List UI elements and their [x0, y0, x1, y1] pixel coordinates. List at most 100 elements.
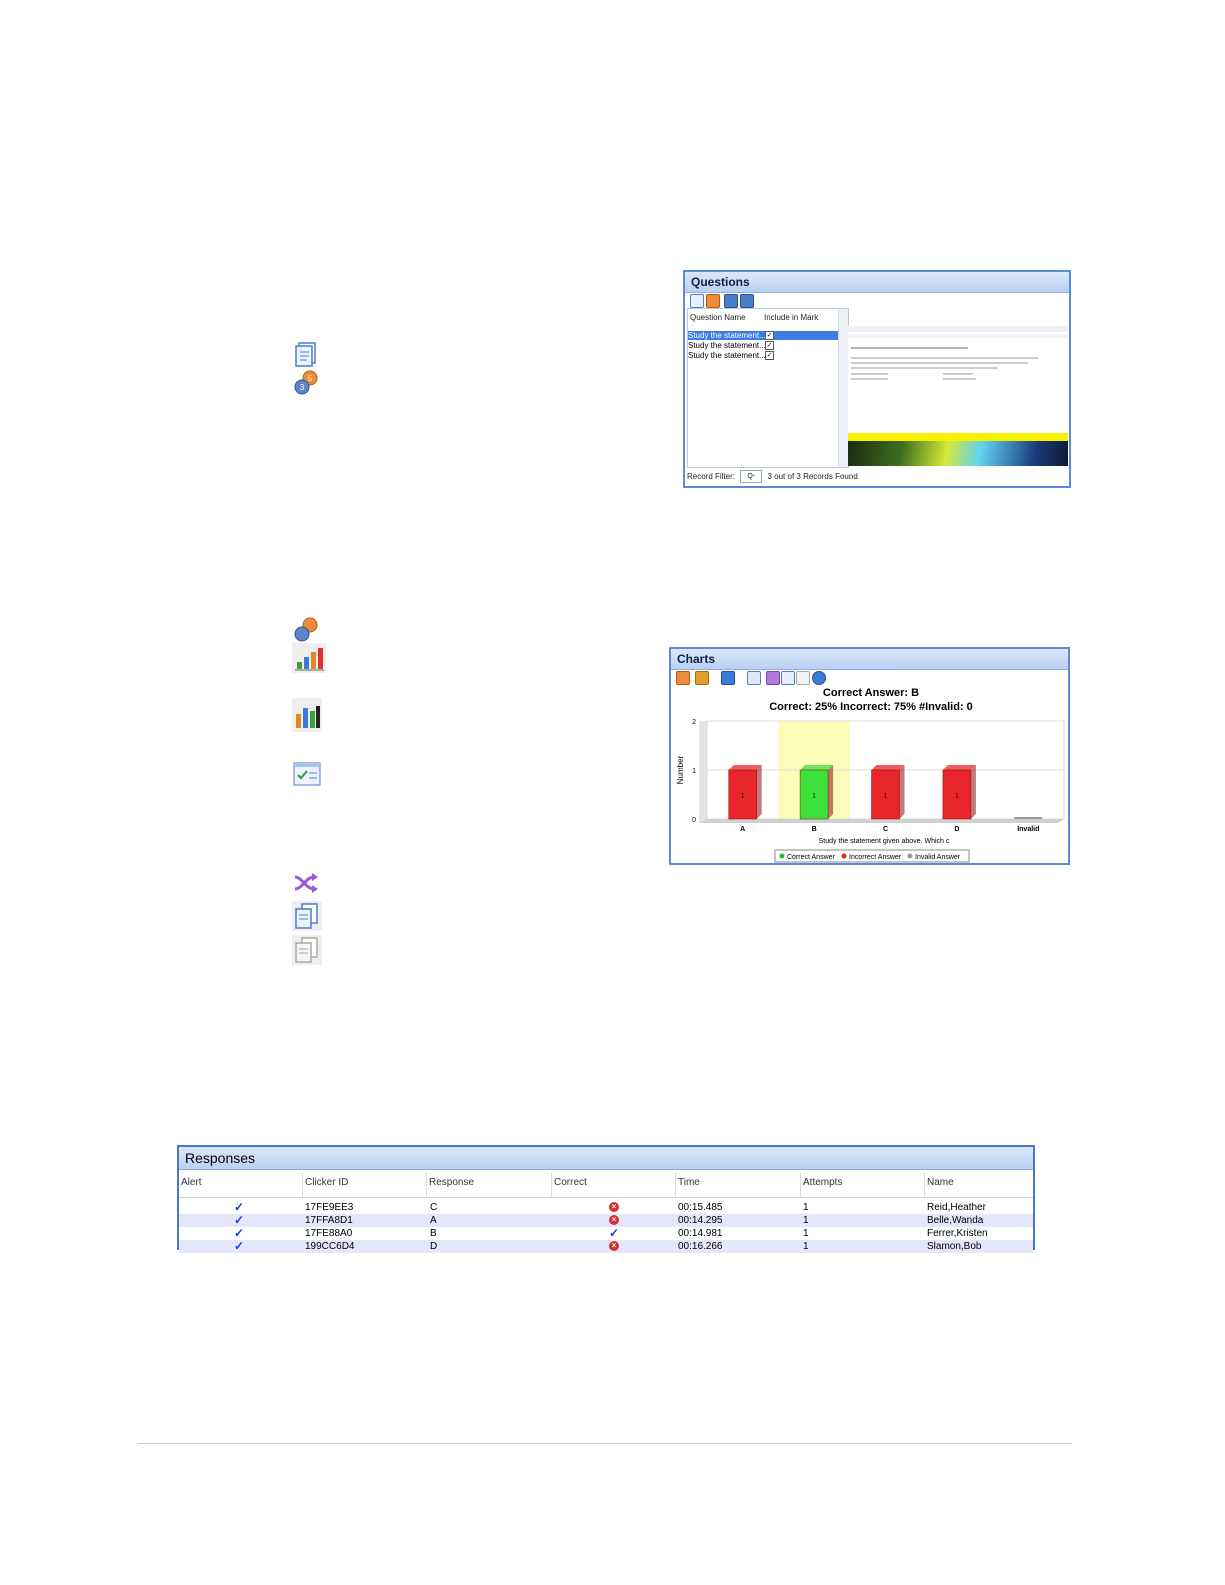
question-row[interactable]: Study the statement... ✓: [688, 341, 838, 350]
include-checkbox[interactable]: ✓: [765, 331, 774, 340]
x-tick-label: D: [954, 826, 959, 833]
numbered-questions-icon: [292, 616, 320, 644]
column-header-question-name[interactable]: Question Name: [690, 313, 746, 322]
numbered-questions-icon[interactable]: [706, 294, 720, 308]
attempts-cell: 1: [803, 1215, 809, 1226]
bar-side: [970, 765, 976, 819]
record-filter-label: Record Filter:: [687, 472, 736, 481]
y-tick-label: 0: [692, 817, 696, 824]
question-list-scrollbar[interactable]: [838, 309, 848, 467]
responses-panel-title: Responses: [179, 1147, 1033, 1170]
question-row-name: Study the statement...: [688, 351, 766, 360]
record-filter-input[interactable]: Q-: [740, 470, 763, 484]
legend-swatch: [907, 853, 913, 859]
question-row[interactable]: Study the statement... ✓: [688, 351, 838, 360]
column-header-attempts[interactable]: Attempts: [801, 1173, 925, 1197]
question-row-name: Study the statement...: [688, 331, 766, 340]
y-tick-label: 2: [692, 719, 696, 726]
chart-subtitle: Correct: 25% Incorrect: 75% #Invalid: 0: [769, 701, 973, 713]
bar-side: [899, 765, 905, 819]
legend-swatch: [841, 853, 847, 859]
question-preview: [848, 326, 1068, 466]
include-checkbox[interactable]: ✓: [765, 351, 774, 360]
bar-top: [800, 765, 834, 770]
numbered-questions-icon: 5 3: [292, 369, 320, 397]
legend-label: Correct Answer: [787, 854, 836, 861]
bar-side: [828, 765, 834, 819]
bar-top: [728, 765, 762, 770]
table-row[interactable]: ✓ 17FE9EE3 C × 00:15.485 1 Reid,Heather: [179, 1201, 1033, 1214]
slide-preview-banner: [848, 433, 1068, 466]
time-cell: 00:14.981: [678, 1228, 723, 1239]
charts-panel: Charts Correct Answer: B Correct: 25% Inc…: [669, 647, 1070, 865]
incorrect-x-glyph: ×: [609, 1202, 619, 1213]
x-tick-label: C: [883, 826, 888, 833]
copy-icon: [292, 901, 322, 931]
plot-side-wall: [699, 721, 707, 823]
bar-top: [942, 765, 976, 770]
questions-footer: Record Filter: Q- 3 out of 3 Records Fou…: [687, 468, 1067, 486]
response-cell: A: [430, 1215, 437, 1226]
records-found-text: 3 out of 3 Records Found: [767, 472, 858, 481]
x-tick-label: Invalid: [1017, 826, 1039, 833]
question-help-icon[interactable]: [740, 294, 754, 308]
incorrect-x-icon: ×: [609, 1201, 619, 1214]
incorrect-x-glyph: ×: [609, 1241, 619, 1252]
question-row[interactable]: Study the statement... ✓: [688, 331, 838, 340]
time-cell: 00:14.295: [678, 1215, 723, 1226]
column-header-response[interactable]: Response: [427, 1173, 552, 1197]
svg-text:3: 3: [300, 383, 305, 392]
questions-toolbar: [687, 293, 1067, 309]
x-axis-label: Study the statement given above. Which c: [819, 838, 950, 845]
column-header-alert[interactable]: Alert: [179, 1173, 303, 1197]
responses-panel: Responses Alert Clicker ID Response Corr…: [177, 1145, 1035, 1253]
legend-swatch: [779, 853, 785, 859]
table-row[interactable]: ✓ 199CC6D4 D × 00:16.266 1 Slamon,Bob: [179, 1240, 1033, 1253]
page-footer-rule: [138, 1443, 1072, 1444]
name-cell: Ferrer,Kristen: [927, 1228, 988, 1239]
bar-side: [756, 765, 762, 819]
clicker-id-cell: 17FFA8D1: [305, 1215, 353, 1226]
column-header-clicker-id[interactable]: Clicker ID: [303, 1173, 427, 1197]
table-row[interactable]: ✓ 17FE88A0 B ✓ 00:14.981 1 Ferrer,Kristen: [179, 1227, 1033, 1240]
column-header-name[interactable]: Name: [925, 1173, 1033, 1197]
bar-top: [871, 765, 905, 770]
time-cell: 00:15.485: [678, 1202, 723, 1213]
question-properties-icon[interactable]: [724, 294, 738, 308]
y-tick-label: 1: [692, 768, 696, 775]
response-cell: C: [430, 1202, 438, 1213]
column-header-time[interactable]: Time: [676, 1173, 801, 1197]
table-row[interactable]: ✓ 17FFA8D1 A × 00:14.295 1 Belle,Wanda: [179, 1214, 1033, 1227]
name-cell: Belle,Wanda: [927, 1215, 984, 1226]
attempts-cell: 1: [803, 1202, 809, 1213]
response-cell: B: [430, 1228, 437, 1239]
chart-title: Correct Answer: B: [823, 687, 919, 699]
y-axis-label: Number: [676, 755, 685, 784]
question-preview-text: [848, 326, 1068, 380]
response-bar-chart: Correct Answer: B Correct: 25% Incorrect:…: [676, 687, 1065, 863]
include-checkbox[interactable]: ✓: [765, 341, 774, 350]
response-cell: D: [430, 1241, 438, 1252]
time-cell: 00:16.266: [678, 1241, 723, 1252]
charts-toolbar: [673, 670, 1068, 685]
legend-label: Invalid Answer: [915, 854, 961, 861]
bar-chart-icon: [292, 643, 326, 673]
name-cell: Reid,Heather: [927, 1202, 986, 1213]
grouped-bar-chart-icon: [292, 698, 322, 732]
name-cell: Slamon,Bob: [927, 1241, 982, 1252]
attempts-cell: 1: [803, 1228, 809, 1239]
questions-panel: Questions Question Name Include in Mark …: [683, 270, 1071, 488]
legend-label: Incorrect Answer: [849, 854, 902, 861]
clicker-id-cell: 17FE9EE3: [305, 1202, 354, 1213]
questions-panel-title: Questions: [685, 272, 1069, 293]
column-header-include-in-mark[interactable]: Include in Mark: [764, 313, 818, 322]
question-list: Question Name Include in Mark Study the …: [687, 308, 849, 468]
question-row-name: Study the statement...: [688, 341, 766, 350]
answer-list-icon: [292, 760, 322, 788]
incorrect-x-icon: ×: [609, 1240, 619, 1253]
x-tick-label: A: [740, 826, 745, 833]
charts-panel-title: Charts: [671, 649, 1068, 670]
plot-floor: [699, 819, 1064, 823]
column-header-correct[interactable]: Correct: [552, 1173, 676, 1197]
new-question-icon[interactable]: [690, 294, 704, 308]
